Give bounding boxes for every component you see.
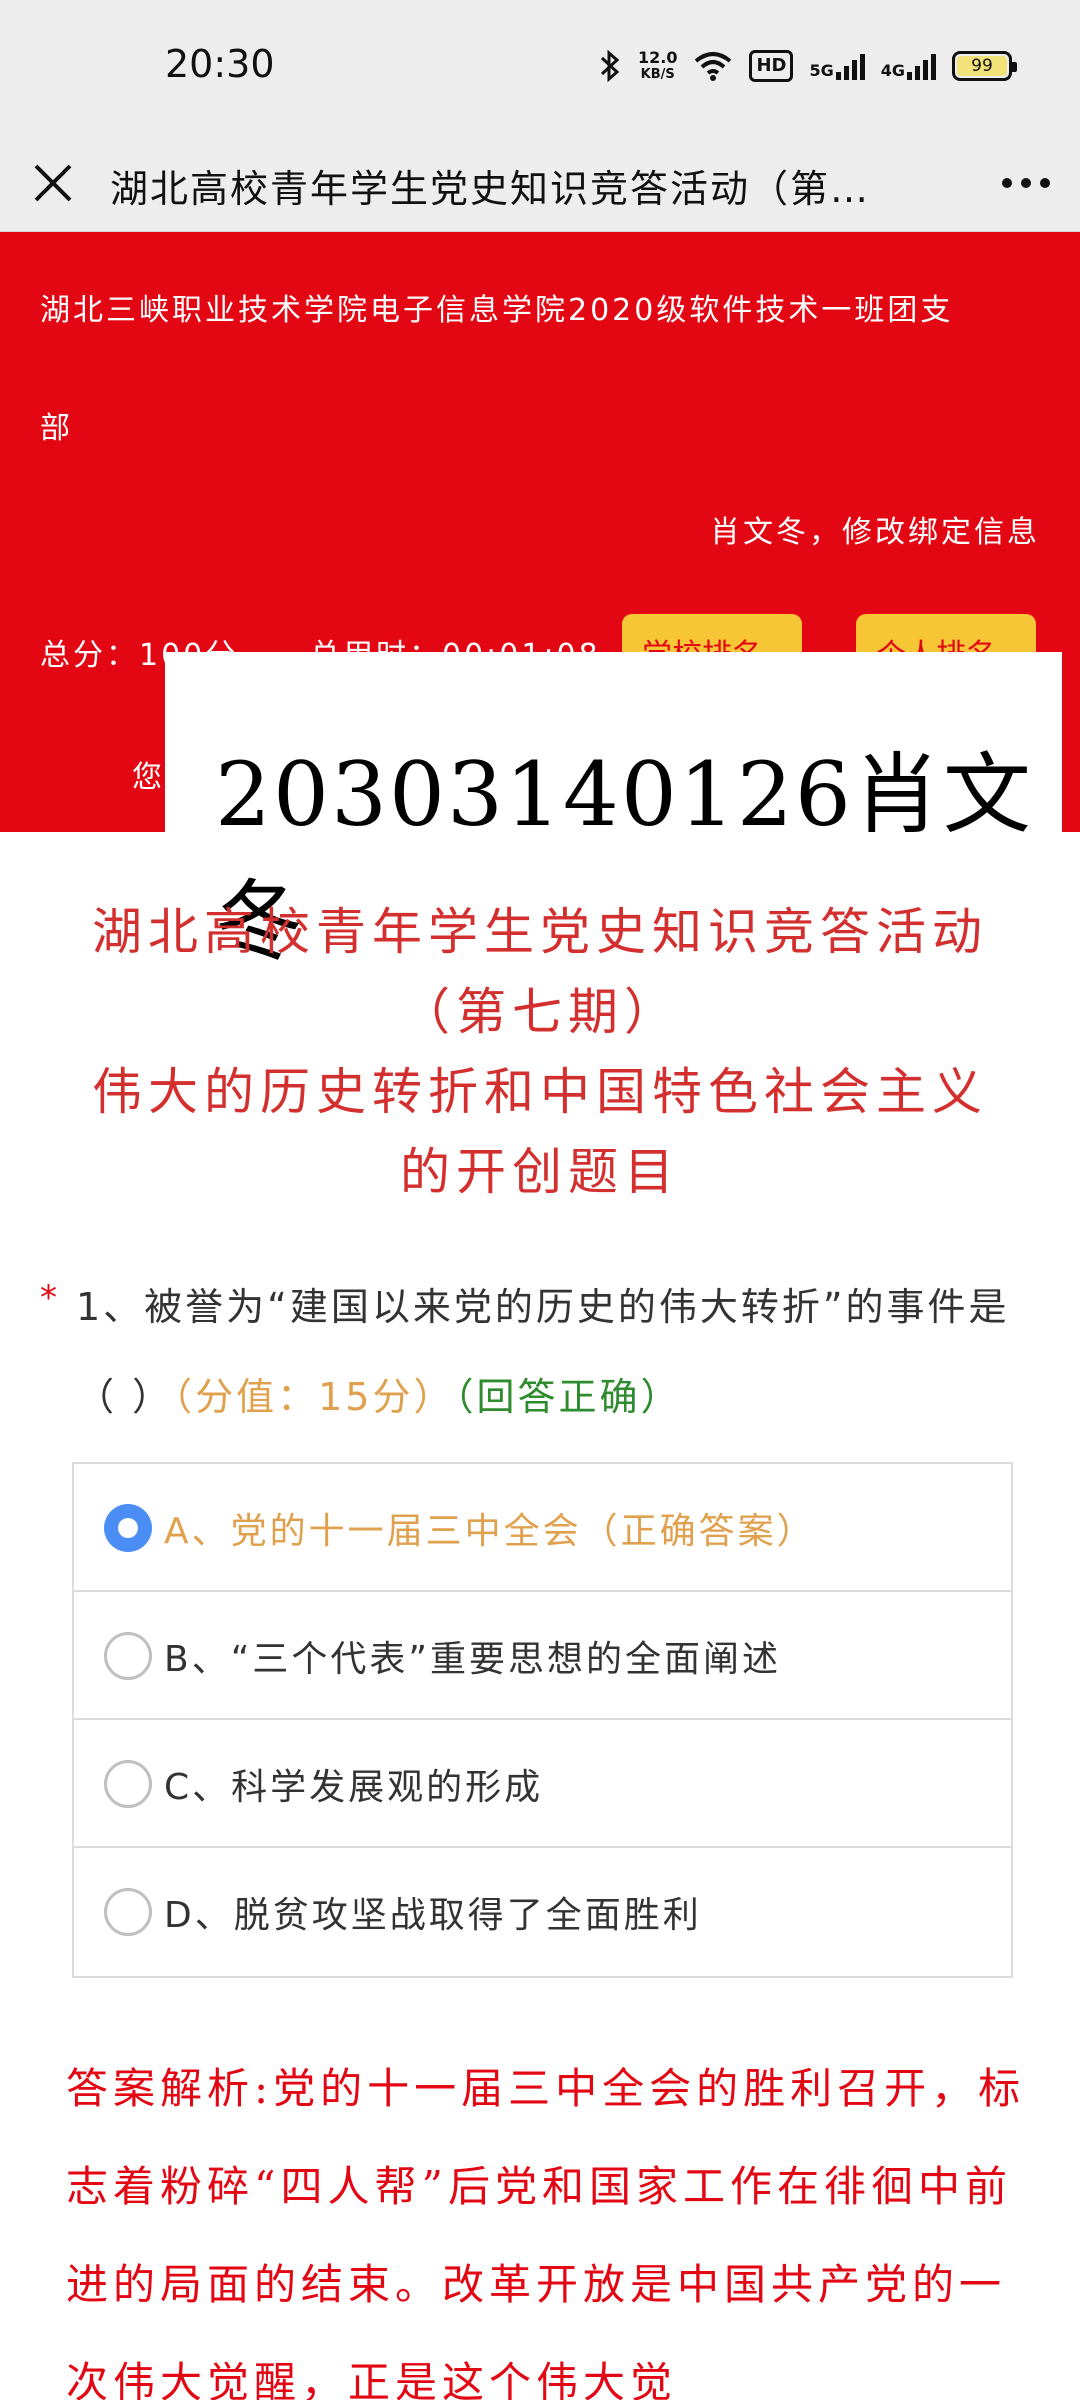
option-label: D、脱贫攻坚战取得了全面胜利 <box>164 1895 702 1936</box>
battery-icon: 99 <box>952 51 1017 81</box>
option-a[interactable]: A、党的十一届三中全会（正确答案） <box>74 1464 1011 1592</box>
radio-icon[interactable] <box>104 1760 152 1808</box>
name-overlay: 20303140126肖文冬 <box>165 652 1062 973</box>
signal-icon-2: 4G <box>881 52 936 80</box>
answer-options: A、党的十一届三中全会（正确答案） B、“三个代表”重要思想的全面阐述 C、科学… <box>72 1462 1013 1978</box>
rank-text: 您 <box>132 760 162 795</box>
bluetooth-icon <box>600 49 620 83</box>
required-mark: * <box>40 1278 57 1318</box>
quiz-title: 湖北高校青年学生党史知识竞答活动 （第七期） 伟大的历史转折和中国特色社会主义 … <box>92 903 988 1201</box>
radio-icon[interactable] <box>104 1632 152 1680</box>
radio-icon[interactable] <box>104 1888 152 1936</box>
option-c[interactable]: C、科学发展观的形成 <box>74 1720 1011 1848</box>
more-icon[interactable] <box>1002 178 1050 188</box>
network-speed: 12.0 KB/S <box>637 48 678 82</box>
option-label: C、科学发展观的形成 <box>164 1767 544 1808</box>
option-d[interactable]: D、脱贫攻坚战取得了全面胜利 <box>74 1848 1011 1976</box>
edit-binding-link[interactable]: 肖文冬，修改绑定信息 <box>710 507 1040 551</box>
option-b[interactable]: B、“三个代表”重要思想的全面阐述 <box>74 1592 1011 1720</box>
page-title: 湖北高校青年学生党史知识竞答活动（第… <box>110 167 871 211</box>
radio-selected-icon[interactable] <box>104 1504 152 1552</box>
answer-status: （回答正确） <box>454 1375 682 1419</box>
hd-badge: HD <box>749 50 794 82</box>
answer-analysis: 答案解析:党的十一届三中全会的胜利召开，标志着粉碎“四人帮”后党和国家工作在徘徊… <box>66 2064 1026 2400</box>
question-score: （分值：15分） <box>173 1375 455 1419</box>
status-bar: 20:30 12.0 KB/S HD 5G 4G 99 <box>0 0 1080 132</box>
wifi-icon <box>695 52 732 81</box>
option-label: A、党的十一届三中全会（正确答案） <box>164 1511 816 1552</box>
status-icons: 12.0 KB/S HD 5G 4G 99 <box>598 44 1017 88</box>
org-name: 湖北三峡职业技术学院电子信息学院2020级软件技术一班团支 部 <box>40 293 954 446</box>
status-time: 20:30 <box>165 42 275 86</box>
question-text: 1、被誉为“建国以来党的历史的伟大转折”的事件是（ ）（分值：15分）（回答正确… <box>76 1285 1010 1419</box>
signal-icon: 5G <box>809 52 865 80</box>
close-icon[interactable] <box>30 160 76 206</box>
nav-bar: 湖北高校青年学生党史知识竞答活动（第… <box>0 132 1080 232</box>
option-label: B、“三个代表”重要思想的全面阐述 <box>164 1639 781 1680</box>
